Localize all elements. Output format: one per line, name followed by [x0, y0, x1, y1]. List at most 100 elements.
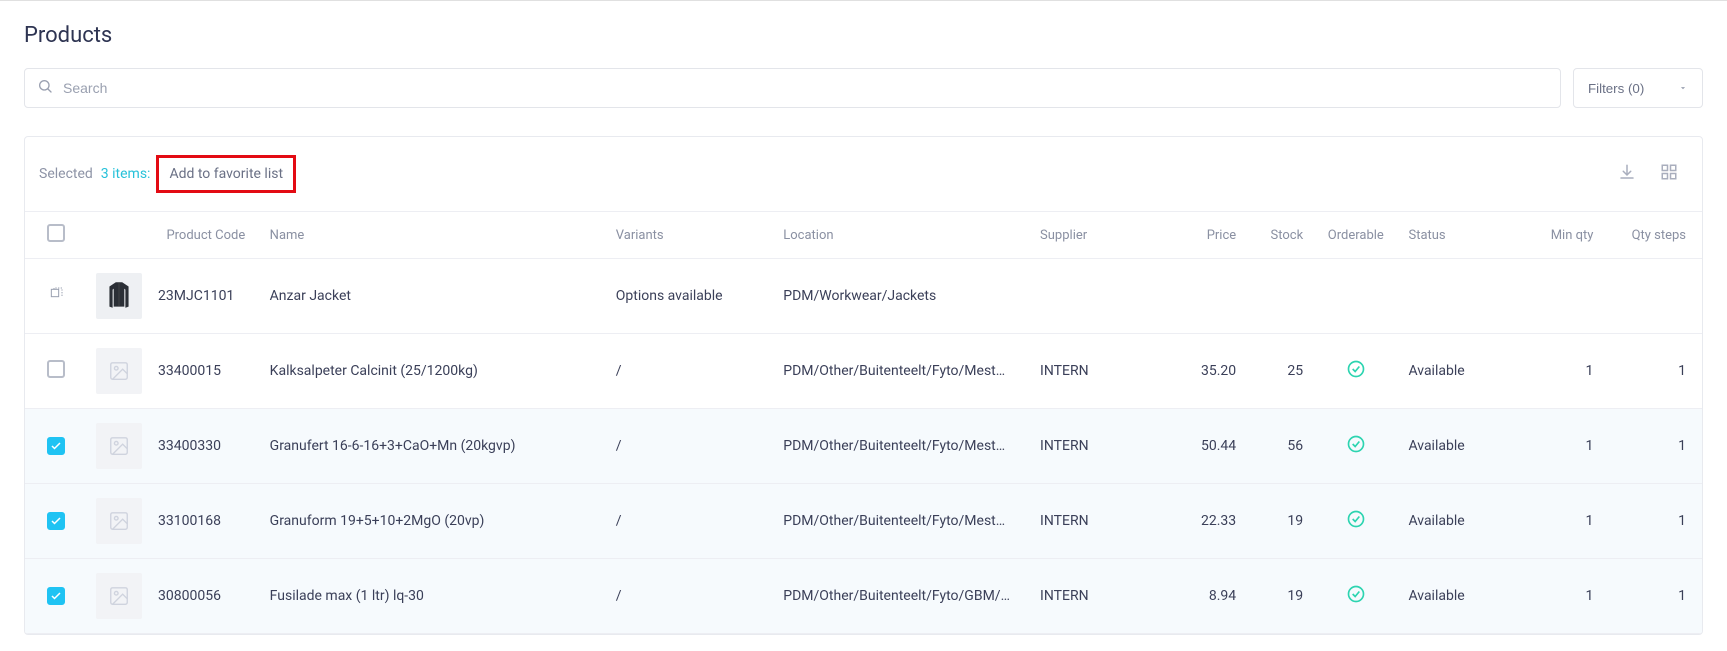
products-card: Selected 3 items: Add to favorite list — [24, 136, 1703, 635]
cell-price: 22.33 — [1144, 484, 1244, 559]
cell-stock: 19 — [1244, 484, 1311, 559]
cell-orderable — [1311, 484, 1400, 559]
cell-orderable — [1311, 259, 1400, 334]
cell-status — [1400, 259, 1512, 334]
cell-stock: 56 — [1244, 409, 1311, 484]
table-row[interactable]: 23MJC1101Anzar JacketOptions availablePD… — [25, 259, 1702, 334]
cell-qtysteps: 1 — [1601, 559, 1702, 634]
cell-price: 50.44 — [1144, 409, 1244, 484]
cell-minqty: 1 — [1512, 484, 1601, 559]
cell-code: 33100168 — [150, 484, 262, 559]
cell-name: Anzar Jacket — [262, 259, 608, 334]
cell-code: 33400015 — [150, 334, 262, 409]
cell-status: Available — [1400, 334, 1512, 409]
check-circle-icon — [1346, 584, 1366, 604]
cell-code: 30800056 — [150, 559, 262, 634]
selected-count: 3 items: — [101, 166, 151, 182]
table-header-row: Product Code Name Variants Location Supp… — [25, 212, 1702, 259]
product-thumbnail — [96, 423, 142, 469]
page-title: Products — [24, 23, 1703, 48]
filters-button[interactable]: Filters (0) — [1573, 68, 1703, 108]
products-table: Product Code Name Variants Location Supp… — [25, 211, 1702, 634]
cell-variants: / — [608, 484, 775, 559]
cell-qtysteps: 1 — [1601, 409, 1702, 484]
cell-orderable — [1311, 409, 1400, 484]
search-input[interactable] — [63, 80, 1548, 96]
table-row[interactable]: 33400330Granufert 16-6-16+3+CaO+Mn (20kg… — [25, 409, 1702, 484]
cell-qtysteps: 1 — [1601, 484, 1702, 559]
cell-name: Kalksalpeter Calcinit (25/1200kg) — [262, 334, 608, 409]
row-checkbox[interactable] — [47, 587, 65, 605]
cell-orderable — [1311, 559, 1400, 634]
col-location[interactable]: Location — [775, 212, 1032, 259]
filters-label: Filters (0) — [1588, 81, 1644, 96]
download-icon[interactable] — [1618, 163, 1636, 185]
table-row[interactable]: 30800056Fusilade max (1 ltr) lq-30/PDM/O… — [25, 559, 1702, 634]
check-circle-icon — [1346, 434, 1366, 454]
cell-variants: Options available — [608, 259, 775, 334]
col-name[interactable]: Name — [262, 212, 608, 259]
selection-bar: Selected 3 items: Add to favorite list — [25, 137, 1702, 211]
cell-variants: / — [608, 409, 775, 484]
cell-stock: 19 — [1244, 559, 1311, 634]
search-box[interactable] — [24, 68, 1561, 108]
cell-supplier: INTERN — [1032, 559, 1144, 634]
cell-location: PDM/Workwear/Jackets — [775, 259, 1032, 334]
product-thumbnail — [96, 348, 142, 394]
expand-icon[interactable] — [48, 290, 64, 306]
cell-location: PDM/Other/Buitenteelt/Fyto/GBM/… — [775, 559, 1032, 634]
cell-minqty: 1 — [1512, 334, 1601, 409]
col-minqty[interactable]: Min qty — [1512, 212, 1601, 259]
check-circle-icon — [1346, 509, 1366, 529]
cell-price: 8.94 — [1144, 559, 1244, 634]
grid-view-icon[interactable] — [1660, 163, 1678, 185]
col-price[interactable]: Price — [1144, 212, 1244, 259]
cell-minqty — [1512, 259, 1601, 334]
row-checkbox[interactable] — [47, 360, 65, 378]
cell-stock — [1244, 259, 1311, 334]
col-stock[interactable]: Stock — [1244, 212, 1311, 259]
search-icon — [37, 78, 53, 98]
cell-supplier — [1032, 259, 1144, 334]
cell-supplier: INTERN — [1032, 409, 1144, 484]
search-row: Filters (0) — [24, 68, 1703, 108]
chevron-down-icon — [1678, 81, 1688, 96]
cell-location: PDM/Other/Buitenteelt/Fyto/Mest… — [775, 334, 1032, 409]
col-supplier[interactable]: Supplier — [1032, 212, 1144, 259]
product-thumbnail — [96, 273, 142, 319]
select-all-checkbox[interactable] — [47, 224, 65, 242]
cell-code: 33400330 — [150, 409, 262, 484]
cell-variants: / — [608, 334, 775, 409]
cell-code: 23MJC1101 — [150, 259, 262, 334]
product-thumbnail — [96, 573, 142, 619]
cell-status: Available — [1400, 484, 1512, 559]
cell-price: 35.20 — [1144, 334, 1244, 409]
table-row[interactable]: 33400015Kalksalpeter Calcinit (25/1200kg… — [25, 334, 1702, 409]
row-checkbox[interactable] — [47, 437, 65, 455]
cell-minqty: 1 — [1512, 559, 1601, 634]
cell-qtysteps: 1 — [1601, 334, 1702, 409]
cell-status: Available — [1400, 559, 1512, 634]
cell-status: Available — [1400, 409, 1512, 484]
add-to-favorite-button[interactable]: Add to favorite list — [156, 155, 296, 193]
table-row[interactable]: 33100168Granuform 19+5+10+2MgO (20vp)/PD… — [25, 484, 1702, 559]
cell-location: PDM/Other/Buitenteelt/Fyto/Mest… — [775, 484, 1032, 559]
cell-name: Granuform 19+5+10+2MgO (20vp) — [262, 484, 608, 559]
col-variants[interactable]: Variants — [608, 212, 775, 259]
cell-location: PDM/Other/Buitenteelt/Fyto/Mest… — [775, 409, 1032, 484]
cell-qtysteps — [1601, 259, 1702, 334]
col-code[interactable]: Product Code — [150, 212, 262, 259]
col-qtysteps[interactable]: Qty steps — [1601, 212, 1702, 259]
selected-prefix: Selected — [39, 166, 93, 182]
cell-stock: 25 — [1244, 334, 1311, 409]
cell-name: Fusilade max (1 ltr) lq-30 — [262, 559, 608, 634]
product-thumbnail — [96, 498, 142, 544]
cell-name: Granufert 16-6-16+3+CaO+Mn (20kgvp) — [262, 409, 608, 484]
col-orderable[interactable]: Orderable — [1311, 212, 1400, 259]
check-circle-icon — [1346, 359, 1366, 379]
cell-supplier: INTERN — [1032, 334, 1144, 409]
cell-supplier: INTERN — [1032, 484, 1144, 559]
col-status[interactable]: Status — [1400, 212, 1512, 259]
row-checkbox[interactable] — [47, 512, 65, 530]
cell-price — [1144, 259, 1244, 334]
